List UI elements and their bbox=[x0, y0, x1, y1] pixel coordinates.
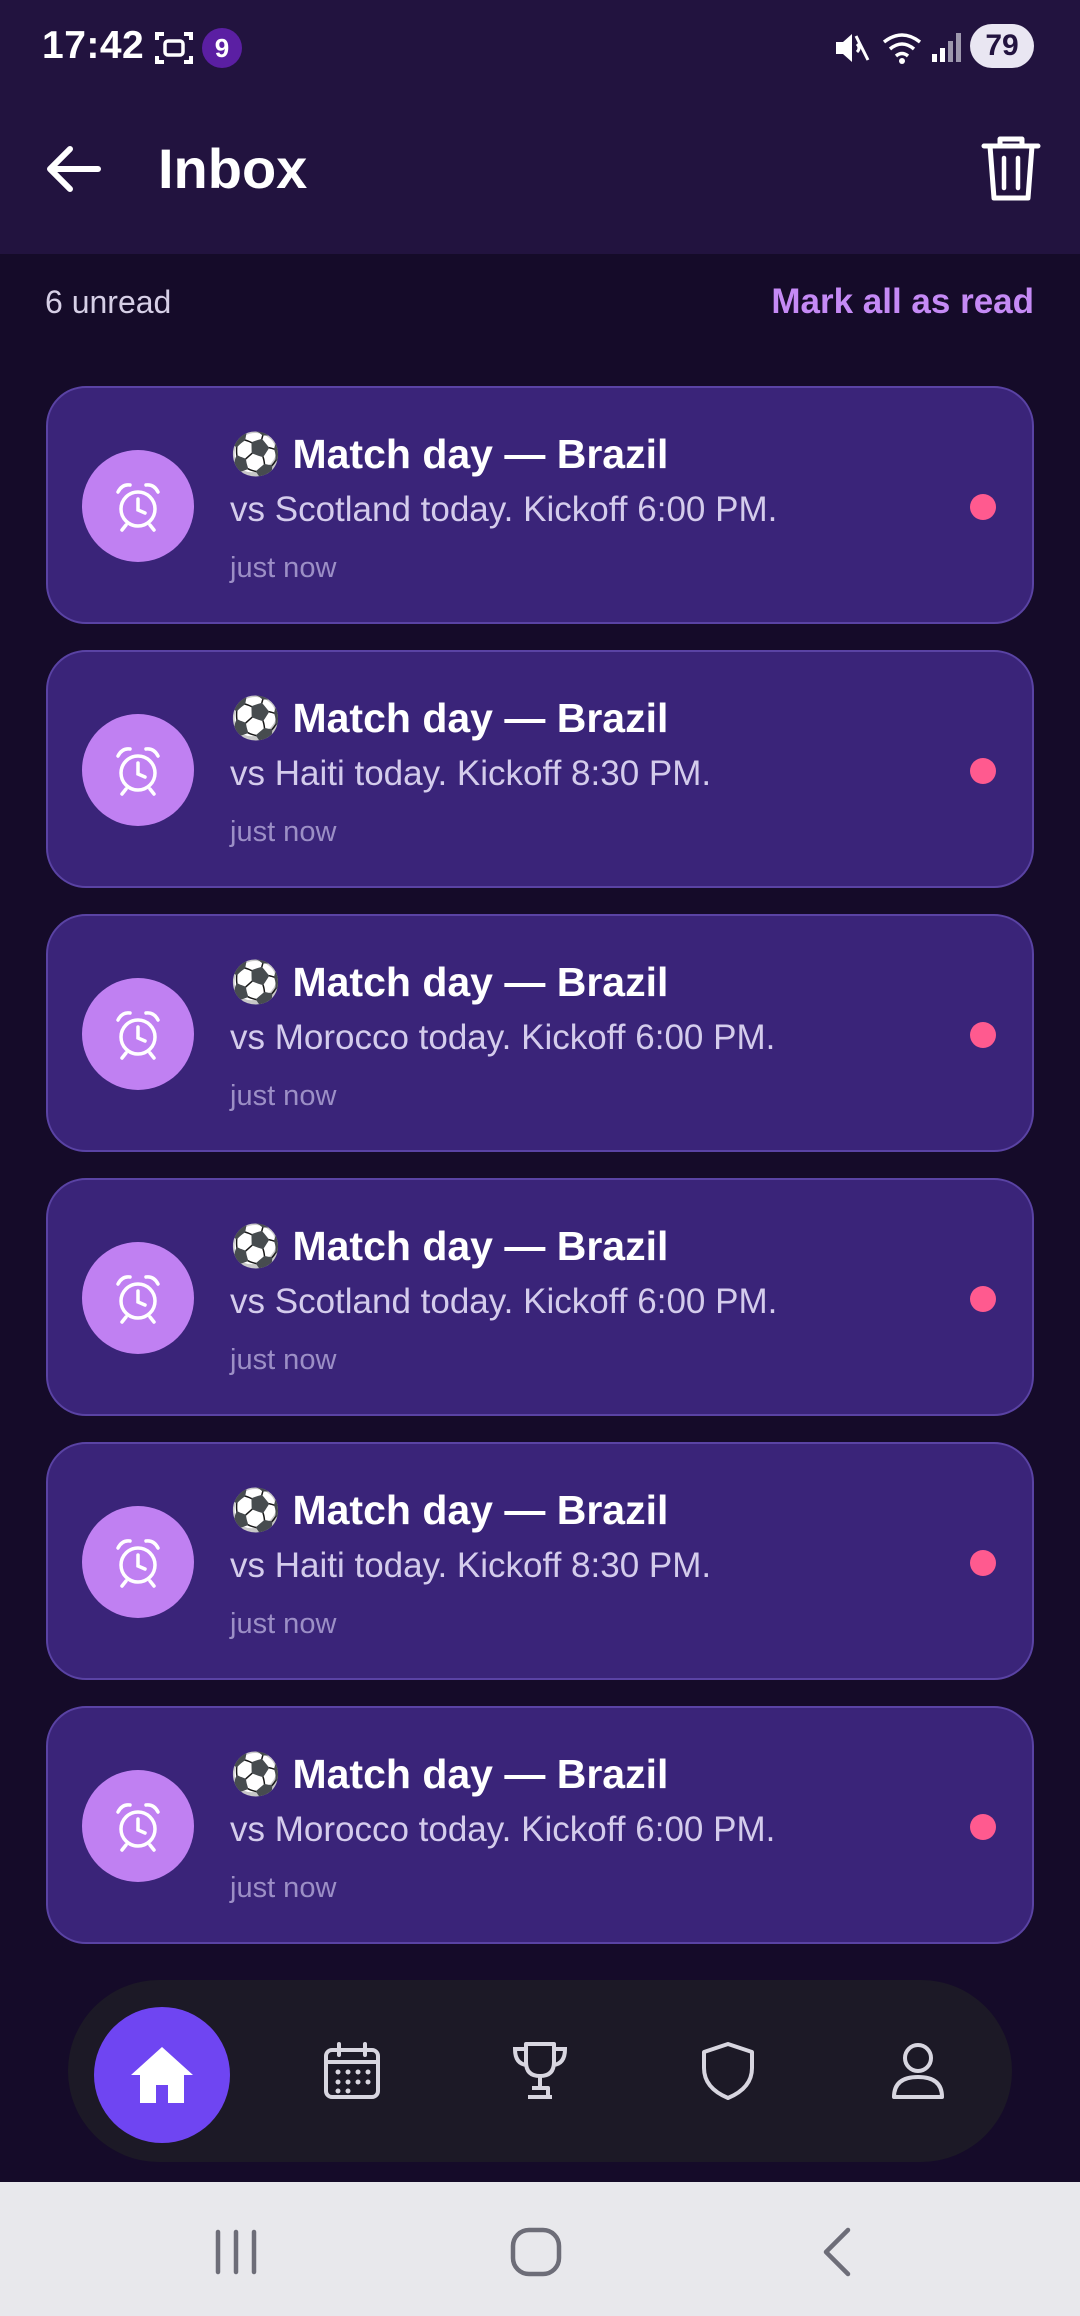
soccer-ball-icon: ⚽ bbox=[230, 1486, 282, 1534]
trash-icon[interactable] bbox=[976, 132, 1046, 204]
notification-title-text: Match day — Brazil bbox=[292, 1223, 669, 1269]
alarm-clock-icon bbox=[116, 1275, 160, 1324]
notification-badge: 9 bbox=[202, 28, 242, 68]
unread-dot bbox=[970, 1022, 996, 1048]
alarm-clock-icon bbox=[116, 483, 160, 532]
bottom-nav bbox=[68, 1980, 1012, 2162]
notification-title-text: Match day — Brazil bbox=[292, 1487, 669, 1533]
page-title: Inbox bbox=[158, 137, 308, 200]
trophy-icon bbox=[512, 2042, 568, 2099]
notification-avatar bbox=[82, 714, 194, 826]
notification-title: ⚽ Match day — Brazil bbox=[230, 430, 668, 479]
notification-title: ⚽ Match day — Brazil bbox=[230, 1486, 668, 1535]
battery-indicator: 79 bbox=[970, 24, 1034, 68]
back-system-icon[interactable] bbox=[810, 2222, 870, 2282]
home-icon bbox=[131, 2047, 193, 2103]
screenshot-icon bbox=[155, 32, 193, 64]
header: Inbox bbox=[0, 96, 1080, 254]
notification-card[interactable]: ⚽ Match day — Brazil vs Haiti today. Kick… bbox=[46, 1442, 1034, 1680]
summary-row: 6 unread Mark all as read bbox=[0, 254, 1080, 384]
profile-icon bbox=[892, 2043, 944, 2099]
notification-avatar bbox=[82, 1770, 194, 1882]
soccer-ball-icon: ⚽ bbox=[230, 1222, 282, 1270]
unread-dot bbox=[970, 1550, 996, 1576]
notification-card[interactable]: ⚽ Match day — Brazil vs Scotland today. K… bbox=[46, 386, 1034, 624]
notification-title-text: Match day — Brazil bbox=[292, 695, 669, 741]
notification-avatar bbox=[82, 450, 194, 562]
wifi-icon bbox=[882, 33, 922, 64]
notification-time: just now bbox=[230, 1080, 337, 1112]
notification-body: vs Haiti today. Kickoff 8:30 PM. bbox=[230, 754, 712, 793]
nav-profile[interactable] bbox=[854, 2007, 982, 2135]
top-bar: 17:42 9 79 Inbox bbox=[0, 0, 1080, 254]
unread-count: 6 unread bbox=[45, 284, 172, 320]
alarm-clock-icon bbox=[116, 1539, 160, 1588]
notification-body: vs Morocco today. Kickoff 6:00 PM. bbox=[230, 1018, 776, 1057]
notification-avatar bbox=[82, 1506, 194, 1618]
notification-time: just now bbox=[230, 1344, 337, 1376]
notification-list: ⚽ Match day — Brazil vs Scotland today. K… bbox=[46, 386, 1034, 1970]
nav-shield[interactable] bbox=[664, 2007, 792, 2135]
notification-card[interactable]: ⚽ Match day — Brazil vs Haiti today. Kick… bbox=[46, 650, 1034, 888]
nav-trophy[interactable] bbox=[476, 2007, 604, 2135]
notification-body: vs Scotland today. Kickoff 6:00 PM. bbox=[230, 1282, 778, 1321]
notification-card[interactable]: ⚽ Match day — Brazil vs Scotland today. K… bbox=[46, 1178, 1034, 1416]
nav-home[interactable] bbox=[94, 2007, 230, 2143]
signal-icon bbox=[932, 33, 961, 62]
alarm-clock-icon bbox=[116, 1803, 160, 1852]
shield-icon bbox=[702, 2042, 754, 2100]
notification-body: vs Scotland today. Kickoff 6:00 PM. bbox=[230, 490, 778, 529]
notification-time: just now bbox=[230, 1608, 337, 1640]
recent-apps-icon[interactable] bbox=[206, 2222, 266, 2282]
notification-title-text: Match day — Brazil bbox=[292, 959, 669, 1005]
notification-title: ⚽ Match day — Brazil bbox=[230, 1750, 668, 1799]
soccer-ball-icon: ⚽ bbox=[230, 430, 282, 478]
system-nav-bar bbox=[0, 2182, 1080, 2316]
notification-title: ⚽ Match day — Brazil bbox=[230, 958, 668, 1007]
notification-body: vs Haiti today. Kickoff 8:30 PM. bbox=[230, 1546, 712, 1585]
inbox-screen: 17:42 9 79 Inbox 6 unread Mark all as re… bbox=[0, 0, 1080, 2316]
arrow-left-icon[interactable] bbox=[40, 136, 106, 202]
home-system-icon[interactable] bbox=[506, 2222, 566, 2282]
notification-title: ⚽ Match day — Brazil bbox=[230, 1222, 668, 1271]
soccer-ball-icon: ⚽ bbox=[230, 694, 282, 742]
status-bar: 17:42 9 79 bbox=[0, 0, 1080, 96]
alarm-clock-icon bbox=[116, 747, 160, 796]
nav-calendar[interactable] bbox=[288, 2007, 416, 2135]
notification-time: just now bbox=[230, 552, 337, 584]
notification-avatar bbox=[82, 978, 194, 1090]
unread-dot bbox=[970, 1814, 996, 1840]
notification-body: vs Morocco today. Kickoff 6:00 PM. bbox=[230, 1810, 776, 1849]
unread-dot bbox=[970, 1286, 996, 1312]
notification-title-text: Match day — Brazil bbox=[292, 431, 669, 477]
notification-title-text: Match day — Brazil bbox=[292, 1751, 669, 1797]
mark-all-read-button[interactable]: Mark all as read bbox=[771, 282, 1034, 322]
notification-card[interactable]: ⚽ Match day — Brazil vs Morocco today. Ki… bbox=[46, 1706, 1034, 1944]
unread-dot bbox=[970, 758, 996, 784]
notification-avatar bbox=[82, 1242, 194, 1354]
calendar-icon bbox=[324, 2042, 380, 2099]
unread-dot bbox=[970, 494, 996, 520]
notification-title: ⚽ Match day — Brazil bbox=[230, 694, 668, 743]
alarm-clock-icon bbox=[116, 1011, 160, 1060]
soccer-ball-icon: ⚽ bbox=[230, 958, 282, 1006]
muted-icon bbox=[836, 34, 870, 62]
notification-card[interactable]: ⚽ Match day — Brazil vs Morocco today. Ki… bbox=[46, 914, 1034, 1152]
notification-time: just now bbox=[230, 1872, 337, 1904]
notification-time: just now bbox=[230, 816, 337, 848]
soccer-ball-icon: ⚽ bbox=[230, 1750, 282, 1798]
status-time: 17:42 bbox=[42, 24, 145, 67]
